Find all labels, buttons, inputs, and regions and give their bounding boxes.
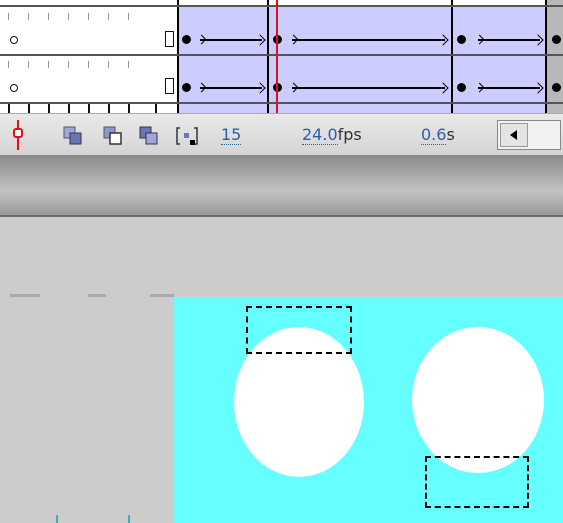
frame-ruler-row3 bbox=[8, 104, 157, 113]
keyframe-divider bbox=[451, 0, 453, 113]
keyframe-dot[interactable] bbox=[457, 35, 466, 44]
keyframe-divider bbox=[177, 0, 179, 113]
white-circle-shape-right[interactable] bbox=[412, 327, 544, 473]
tween-arrow-line bbox=[200, 87, 262, 89]
keyframe-dot[interactable] bbox=[552, 83, 561, 92]
keyframe-dot[interactable] bbox=[552, 35, 561, 44]
motion-tween-span-row3[interactable] bbox=[178, 104, 563, 113]
blank-frame-end-row2[interactable] bbox=[165, 78, 174, 94]
selection-marquee-top[interactable] bbox=[246, 306, 352, 354]
guide-dash bbox=[10, 294, 40, 297]
onion-skin-outlines-icon[interactable] bbox=[103, 126, 123, 146]
timeline-horizontal-scrollbar[interactable] bbox=[497, 120, 561, 150]
playhead-marker-icon[interactable] bbox=[12, 120, 24, 150]
timeline-status-bar: 15 24.0fps 0.6s bbox=[0, 113, 563, 156]
tween-arrow-line bbox=[478, 39, 540, 41]
elapsed-time-value[interactable]: 0.6 bbox=[421, 125, 447, 145]
timeline-overflow-area bbox=[547, 0, 563, 113]
guide-dash bbox=[88, 294, 106, 297]
elapsed-time-field[interactable]: 0.6s bbox=[421, 125, 455, 145]
motion-tween-span-row2[interactable] bbox=[178, 56, 563, 104]
elapsed-time-unit: s bbox=[446, 125, 455, 144]
tween-arrow-line bbox=[292, 39, 445, 41]
selection-marquee-bottom[interactable] bbox=[425, 456, 529, 508]
current-frame-field[interactable]: 15 bbox=[221, 125, 242, 145]
motion-tween-span-row1[interactable] bbox=[178, 7, 563, 55]
keyframe-dot[interactable] bbox=[182, 35, 191, 44]
pasteboard-area bbox=[0, 217, 563, 297]
empty-keyframe-row2[interactable] bbox=[10, 84, 18, 92]
frame-ticks-row2 bbox=[8, 61, 148, 68]
tween-arrow-line bbox=[292, 87, 445, 89]
scroll-left-arrow-icon[interactable] bbox=[500, 123, 528, 147]
keyframe-divider bbox=[267, 0, 269, 113]
empty-keyframe-row1[interactable] bbox=[10, 36, 18, 44]
guide-marker bbox=[128, 515, 130, 523]
panel-divider-bar[interactable] bbox=[0, 155, 563, 217]
keyframe-dot[interactable] bbox=[182, 83, 191, 92]
keyframe-dot[interactable] bbox=[457, 83, 466, 92]
tween-arrow-line bbox=[200, 39, 262, 41]
frame-rate-unit: fps bbox=[337, 125, 362, 144]
timeline-frames[interactable] bbox=[0, 0, 563, 113]
onion-skin-icon[interactable] bbox=[63, 126, 83, 146]
layer-separator bbox=[0, 5, 563, 7]
frame-ticks-row1 bbox=[8, 13, 148, 20]
blank-frame-end-row1[interactable] bbox=[165, 31, 174, 47]
layer-separator bbox=[0, 54, 563, 56]
guide-dash bbox=[150, 294, 174, 297]
pasteboard-area-left bbox=[0, 297, 174, 523]
stage-canvas[interactable] bbox=[174, 297, 563, 523]
current-frame-value[interactable]: 15 bbox=[221, 125, 242, 145]
tween-arrow-line bbox=[478, 87, 540, 89]
frame-rate-field[interactable]: 24.0fps bbox=[302, 125, 362, 145]
modify-onion-markers-icon[interactable] bbox=[176, 126, 198, 146]
frame-rate-value[interactable]: 24.0 bbox=[302, 125, 338, 145]
edit-multiple-frames-icon[interactable] bbox=[139, 126, 159, 146]
guide-marker bbox=[56, 515, 58, 523]
playhead-line[interactable] bbox=[276, 0, 278, 113]
